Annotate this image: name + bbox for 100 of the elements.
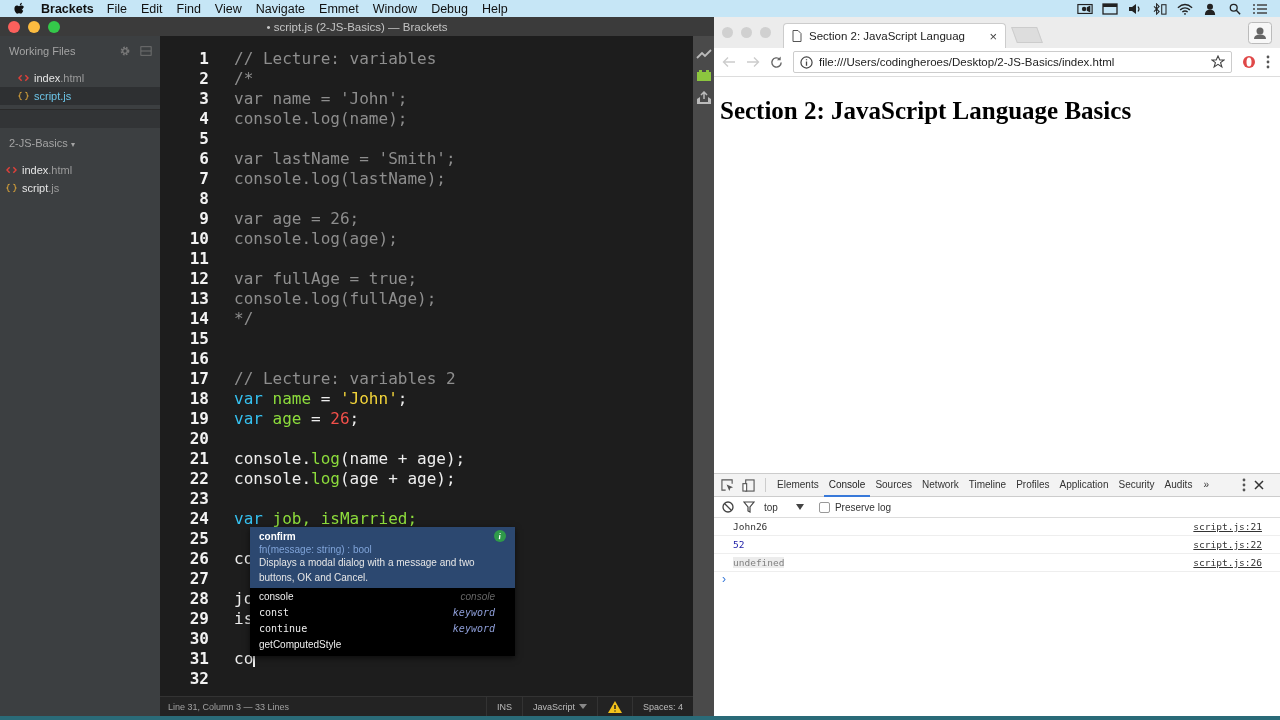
language-dropdown[interactable]: JavaScript xyxy=(521,697,597,716)
line-number: 6 xyxy=(198,148,209,168)
menu-item[interactable]: Emmet xyxy=(319,1,359,16)
checkbox[interactable] xyxy=(818,501,830,513)
profile-icon[interactable] xyxy=(1248,21,1272,44)
project-file-item[interactable]: index.html xyxy=(0,161,160,179)
working-file-item[interactable]: index.html xyxy=(0,69,160,87)
code-line: /* xyxy=(234,68,254,88)
wifi-icon[interactable] xyxy=(1177,2,1193,15)
menu-item[interactable]: Navigate xyxy=(255,1,306,16)
html-file-icon xyxy=(18,73,29,83)
line-number: 11 xyxy=(188,248,209,268)
code-line: // Lecture: variables 2 xyxy=(234,368,456,388)
hint-name: confirm xyxy=(259,530,296,542)
devtools-tab[interactable]: Timeline xyxy=(963,473,1012,497)
code-line: var name = 'John'; xyxy=(234,88,408,108)
hint-item[interactable]: continue keyword xyxy=(250,620,515,636)
bluetooth-battery-icon[interactable] xyxy=(1152,2,1168,15)
inspect-icon[interactable] xyxy=(721,478,734,492)
zoom-window-button[interactable] xyxy=(48,20,60,33)
close-window-button[interactable] xyxy=(8,20,20,33)
minimize-window-button[interactable] xyxy=(28,20,40,33)
line-number: 2 xyxy=(198,68,209,88)
menu-item[interactable]: Debug xyxy=(431,1,468,16)
source-link[interactable]: script.js:26 xyxy=(1193,557,1262,568)
menu-item[interactable]: Window xyxy=(372,1,418,16)
close-tab-button[interactable]: × xyxy=(989,28,997,44)
line-number: 18 xyxy=(188,388,209,408)
checkbox-label[interactable]: Preserve log xyxy=(834,501,892,513)
line-number: 7 xyxy=(198,168,209,188)
upload-icon[interactable] xyxy=(695,91,712,105)
more-icon[interactable] xyxy=(1266,55,1270,69)
project-dropdown[interactable]: 2-JS-Basics ▾ xyxy=(9,137,75,149)
code-line: // Lecture: variables xyxy=(234,48,437,68)
line-number: 24 xyxy=(188,508,209,528)
devtools-tab[interactable]: Security xyxy=(1113,473,1160,497)
menu-item[interactable]: Help xyxy=(482,1,508,16)
user-icon[interactable] xyxy=(1202,2,1218,15)
more-icon[interactable] xyxy=(1242,478,1246,492)
devtools-tab[interactable]: Console xyxy=(823,473,871,497)
line-number: 20 xyxy=(188,428,209,448)
more-tabs-button[interactable]: » xyxy=(1197,473,1223,497)
project-file-item[interactable]: script.js xyxy=(0,179,160,197)
menu-item[interactable]: Find xyxy=(176,1,201,16)
line-number: 17 xyxy=(188,368,209,388)
search-icon[interactable] xyxy=(1227,2,1243,15)
menu-item[interactable]: Edit xyxy=(141,1,163,16)
source-link[interactable]: script.js:22 xyxy=(1193,539,1262,550)
code-line: var age = 26; xyxy=(234,208,360,228)
devtools-tab[interactable]: Elements xyxy=(772,473,824,497)
line-number: 27 xyxy=(188,568,209,588)
extension-icon[interactable] xyxy=(1242,55,1256,69)
devtools-tab[interactable]: Sources xyxy=(870,473,918,497)
reload-icon[interactable] xyxy=(770,55,783,69)
console-message: John26 xyxy=(733,521,768,532)
apple-logo-icon[interactable] xyxy=(14,1,26,16)
code-line: */ xyxy=(234,308,254,328)
context-dropdown[interactable]: top xyxy=(764,501,804,513)
list-icon[interactable] xyxy=(1252,2,1268,15)
code-line: var name = 'John'; xyxy=(234,388,408,408)
app-menu[interactable]: Brackets xyxy=(41,1,94,16)
line-number: 25 xyxy=(188,528,209,548)
address-bar[interactable]: file:///Users/codingheroes/Desktop/2-JS-Basics/index.html xyxy=(793,51,1232,73)
devtools-tab[interactable]: Profiles xyxy=(1011,473,1055,497)
close-icon[interactable] xyxy=(1254,480,1264,490)
star-icon[interactable] xyxy=(1211,55,1225,69)
menu-item[interactable]: File xyxy=(106,1,127,16)
lightning-icon[interactable] xyxy=(695,49,712,59)
hint-item[interactable]: console console xyxy=(250,588,515,604)
window-icon[interactable] xyxy=(1102,2,1118,15)
code-line: console.log(age); xyxy=(234,228,398,248)
line-number: 29 xyxy=(188,608,209,628)
extension-icon[interactable] xyxy=(695,69,712,81)
line-number: 19 xyxy=(188,408,209,428)
browser-tab[interactable]: Section 2: JavaScript Languag × xyxy=(783,23,1006,48)
filter-icon[interactable] xyxy=(743,501,755,513)
devtools-tab[interactable]: Application xyxy=(1054,473,1114,497)
console-message: 52 xyxy=(733,539,745,550)
insert-mode-toggle[interactable]: INS xyxy=(485,697,522,716)
menu-item[interactable]: View xyxy=(214,1,242,16)
device-icon[interactable] xyxy=(742,478,755,492)
braces-file-icon xyxy=(6,183,17,193)
devtools-tab[interactable]: Audits xyxy=(1159,473,1198,497)
caret-icon[interactable] xyxy=(578,704,587,709)
speaker-icon[interactable] xyxy=(1127,2,1143,15)
code-line: var job, isMarried; xyxy=(234,508,418,528)
caret-icon[interactable] xyxy=(795,504,804,510)
info-icon xyxy=(494,530,506,542)
code-line: console.log(lastName); xyxy=(234,168,446,188)
section-label: Working Files xyxy=(9,45,77,57)
working-file-item[interactable]: script.js xyxy=(0,87,160,105)
warning-icon[interactable] xyxy=(607,700,622,713)
console-prompt[interactable]: › xyxy=(722,572,726,586)
video-camera-icon[interactable] xyxy=(1077,2,1093,15)
devtools-tab[interactable]: Network xyxy=(917,473,964,497)
page-heading: Section 2: JavaScript Language Basics xyxy=(720,97,1133,125)
hint-item[interactable]: const keyword xyxy=(250,604,515,620)
hint-signature: fn(message: string) : bool xyxy=(259,544,373,555)
clear-icon[interactable] xyxy=(722,501,734,513)
source-link[interactable]: script.js:21 xyxy=(1193,521,1262,532)
